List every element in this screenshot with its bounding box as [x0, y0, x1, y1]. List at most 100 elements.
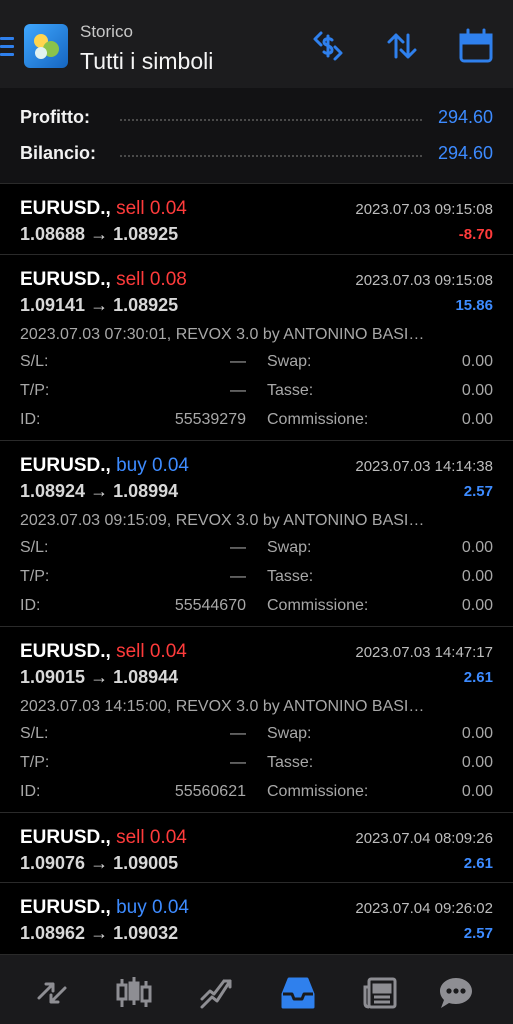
- app-logo: [24, 24, 68, 68]
- detail-row: ID: 55544670 Commissione: 0.00: [20, 597, 493, 619]
- tp-label: T/P:: [20, 382, 50, 399]
- tp-value: —: [230, 382, 246, 399]
- id-label: ID:: [20, 783, 41, 800]
- id-label: ID:: [20, 411, 41, 428]
- detail-row: T/P: — Tasse: 0.00: [20, 754, 493, 776]
- sl-value: —: [230, 539, 246, 556]
- trade-prices: 1.09076 → 1.09005: [20, 853, 179, 873]
- swap-value: 0.00: [461, 353, 493, 370]
- trade-profit: 15.86: [455, 297, 493, 314]
- trade-prices: 1.09015 → 1.08944: [20, 667, 179, 687]
- sl-label: S/L:: [20, 539, 49, 556]
- dotted-leader: [120, 119, 422, 121]
- trade-profit: 2.61: [463, 669, 493, 686]
- trade-symbol: EURUSD., sell 0.08: [20, 269, 187, 290]
- taxes-value: 0.00: [461, 382, 493, 399]
- sl-value: —: [230, 353, 246, 370]
- trade-comment: 2023.07.03 07:30:01, REVOX 3.0 by ANTONI…: [20, 326, 425, 343]
- trade-symbol: EURUSD., buy 0.04: [20, 897, 189, 918]
- trade-side: sell 0.04: [116, 641, 187, 662]
- detail-row: ID: 55539279 Commissione: 0.00: [20, 411, 493, 433]
- header-subtitle: Storico: [80, 22, 133, 41]
- trade-side: buy 0.04: [116, 455, 189, 476]
- trade-symbol: EURUSD., sell 0.04: [20, 198, 187, 219]
- tp-value: —: [230, 754, 246, 771]
- commission-value: 0.00: [461, 783, 493, 800]
- trade-row[interactable]: EURUSD., sell 0.04 2023.07.03 09:15:08 1…: [0, 185, 513, 255]
- trade-side: sell 0.04: [116, 827, 187, 848]
- sl-label: S/L:: [20, 353, 49, 370]
- trade-row[interactable]: EURUSD., buy 0.04 2023.07.03 14:14:38 1.…: [0, 442, 513, 627]
- summary-panel: Profitto: 294.60 Bilancio: 294.60: [0, 88, 513, 184]
- commission-label: Commissione:: [267, 597, 369, 614]
- profit-value: 294.60: [437, 106, 493, 127]
- menu-icon[interactable]: [0, 37, 14, 57]
- trade-comment: 2023.07.03 09:15:09, REVOX 3.0 by ANTONI…: [20, 512, 425, 529]
- commission-label: Commissione:: [267, 783, 369, 800]
- id-value: 55539279: [174, 411, 246, 428]
- sort-icon[interactable]: [384, 28, 420, 64]
- trade-symbol: EURUSD., buy 0.04: [20, 455, 189, 476]
- swap-label: Swap:: [267, 539, 312, 556]
- trade-prices: 1.08688 → 1.08925: [20, 224, 179, 244]
- top-bar: Storico Tutti i simboli: [0, 0, 513, 88]
- trade-side: buy 0.04: [116, 897, 189, 918]
- id-label: ID:: [20, 597, 41, 614]
- trade-row[interactable]: EURUSD., sell 0.04 2023.07.03 14:47:17 1…: [0, 628, 513, 813]
- trade-date: 2023.07.03 14:14:38: [355, 458, 493, 475]
- trade-profit: -8.70: [458, 226, 493, 243]
- trade-date: 2023.07.03 09:15:08: [355, 201, 493, 218]
- detail-row: S/L: — Swap: 0.00: [20, 353, 493, 375]
- swap-label: Swap:: [267, 725, 312, 742]
- taxes-label: Tasse:: [267, 382, 314, 399]
- trade-profit: 2.57: [463, 483, 493, 500]
- trade-profit: 2.57: [463, 925, 493, 942]
- balance-row: Bilancio: 294.60: [20, 138, 493, 168]
- trade-prices: 1.08962 → 1.09032: [20, 923, 179, 943]
- taxes-value: 0.00: [461, 754, 493, 771]
- header-title[interactable]: Tutti i simboli: [80, 48, 213, 75]
- sl-value: —: [230, 725, 246, 742]
- detail-row: S/L: — Swap: 0.00: [20, 539, 493, 561]
- trade-row[interactable]: EURUSD., sell 0.04 2023.07.04 08:09:26 1…: [0, 814, 513, 883]
- history-icon[interactable]: [278, 975, 318, 1011]
- id-value: 55560621: [174, 783, 246, 800]
- taxes-label: Tasse:: [267, 754, 314, 771]
- chart-icon[interactable]: [114, 975, 154, 1011]
- dotted-leader: [120, 155, 422, 157]
- trade-icon[interactable]: [196, 975, 236, 1011]
- trade-prices: 1.09141 → 1.08925: [20, 295, 179, 315]
- commission-label: Commissione:: [267, 411, 369, 428]
- detail-row: T/P: — Tasse: 0.00: [20, 382, 493, 404]
- balance-label: Bilancio:: [20, 142, 97, 163]
- id-value: 55544670: [174, 597, 246, 614]
- trade-date: 2023.07.03 09:15:08: [355, 272, 493, 289]
- trade-row[interactable]: EURUSD., sell 0.08 2023.07.03 09:15:08 1…: [0, 256, 513, 441]
- trade-side: sell 0.08: [116, 269, 187, 290]
- detail-row: ID: 55560621 Commissione: 0.00: [20, 783, 493, 805]
- tp-label: T/P:: [20, 754, 50, 771]
- balance-value: 294.60: [437, 142, 493, 163]
- trade-row[interactable]: EURUSD., buy 0.04 2023.07.04 09:26:02 1.…: [0, 884, 513, 954]
- taxes-label: Tasse:: [267, 568, 314, 585]
- swap-value: 0.00: [461, 539, 493, 556]
- messages-icon[interactable]: [436, 975, 476, 1011]
- detail-row: S/L: — Swap: 0.00: [20, 725, 493, 747]
- swap-label: Swap:: [267, 353, 312, 370]
- trade-profit: 2.61: [463, 855, 493, 872]
- trade-comment: 2023.07.03 14:15:00, REVOX 3.0 by ANTONI…: [20, 698, 425, 715]
- swap-value: 0.00: [461, 725, 493, 742]
- quotes-icon[interactable]: [32, 975, 72, 1011]
- currency-exchange-icon[interactable]: [310, 28, 346, 64]
- trade-symbol: EURUSD., sell 0.04: [20, 641, 187, 662]
- trade-prices: 1.08924 → 1.08994: [20, 481, 179, 501]
- trade-symbol: EURUSD., sell 0.04: [20, 827, 187, 848]
- trade-date: 2023.07.03 14:47:17: [355, 644, 493, 661]
- calendar-icon[interactable]: [458, 28, 494, 64]
- detail-row: T/P: — Tasse: 0.00: [20, 568, 493, 590]
- news-icon[interactable]: [360, 975, 400, 1011]
- tp-label: T/P:: [20, 568, 50, 585]
- sl-label: S/L:: [20, 725, 49, 742]
- bottom-navigation: [0, 954, 513, 1024]
- profit-label: Profitto:: [20, 106, 90, 127]
